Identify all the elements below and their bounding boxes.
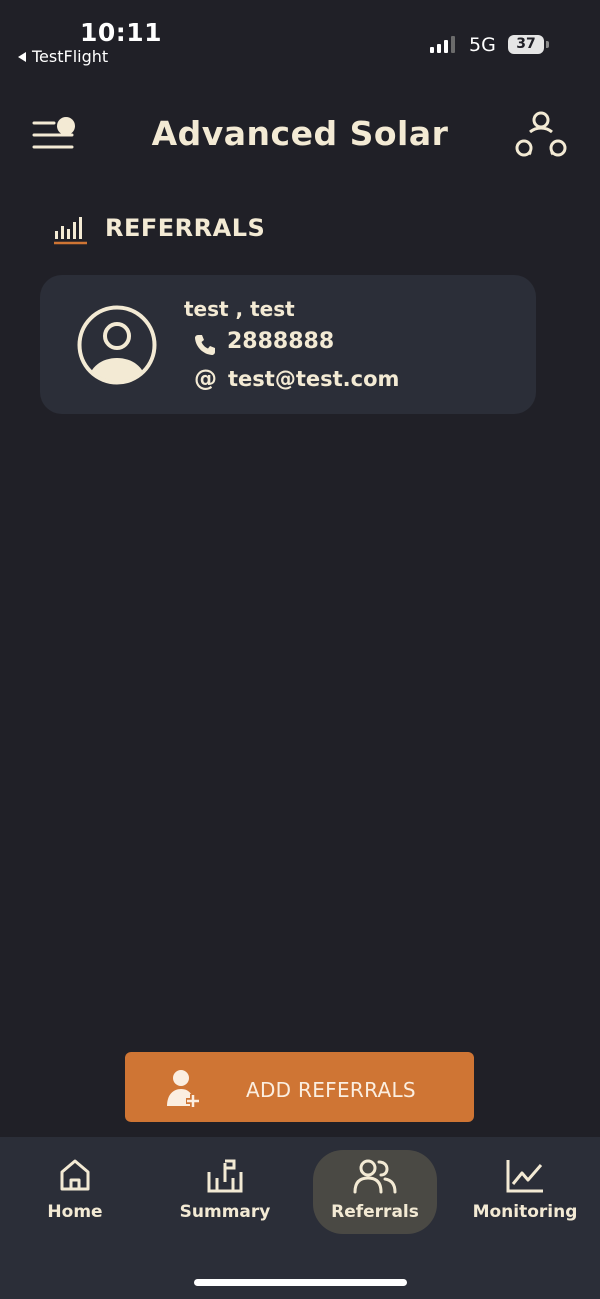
back-to-app-link[interactable]: TestFlight bbox=[18, 47, 108, 66]
section-title: REFERRALS bbox=[105, 214, 266, 242]
nav-item-referrals[interactable]: Referrals bbox=[313, 1150, 437, 1234]
nav-item-summary[interactable]: Summary bbox=[163, 1150, 287, 1234]
add-referrals-label: ADD REFERRALS bbox=[246, 1078, 416, 1102]
referral-email: test@test.com bbox=[228, 367, 400, 391]
nav-label-referrals: Referrals bbox=[331, 1202, 419, 1222]
share-button[interactable] bbox=[514, 110, 568, 160]
referral-phone: 2888888 bbox=[227, 329, 335, 354]
battery-cap bbox=[546, 41, 549, 48]
back-arrow-icon bbox=[18, 51, 26, 62]
battery-icon: 37 bbox=[508, 35, 544, 54]
add-user-icon bbox=[163, 1068, 205, 1110]
home-indicator[interactable] bbox=[194, 1279, 407, 1286]
nav-label-monitoring: Monitoring bbox=[472, 1202, 578, 1222]
share-network-icon bbox=[515, 111, 567, 157]
at-sign-icon: @ bbox=[194, 366, 217, 392]
network-label: 5G bbox=[469, 34, 496, 56]
nav-label-home: Home bbox=[47, 1202, 103, 1222]
signal-icon bbox=[430, 36, 455, 53]
avatar-icon bbox=[76, 304, 158, 386]
nav-item-monitoring[interactable]: Monitoring bbox=[463, 1150, 587, 1234]
bar-chart-icon bbox=[52, 213, 90, 249]
nav-label-summary: Summary bbox=[179, 1202, 271, 1222]
page-title: Advanced Solar bbox=[151, 114, 449, 153]
phone-icon bbox=[193, 333, 217, 357]
users-icon bbox=[353, 1159, 397, 1194]
referral-name: test , test bbox=[184, 297, 295, 321]
home-icon bbox=[60, 1159, 90, 1191]
nav-item-home[interactable]: Home bbox=[13, 1150, 137, 1234]
summary-icon bbox=[207, 1159, 243, 1193]
status-time: 10:11 bbox=[80, 18, 163, 47]
line-chart-icon bbox=[506, 1160, 543, 1193]
back-app-label: TestFlight bbox=[32, 47, 109, 66]
